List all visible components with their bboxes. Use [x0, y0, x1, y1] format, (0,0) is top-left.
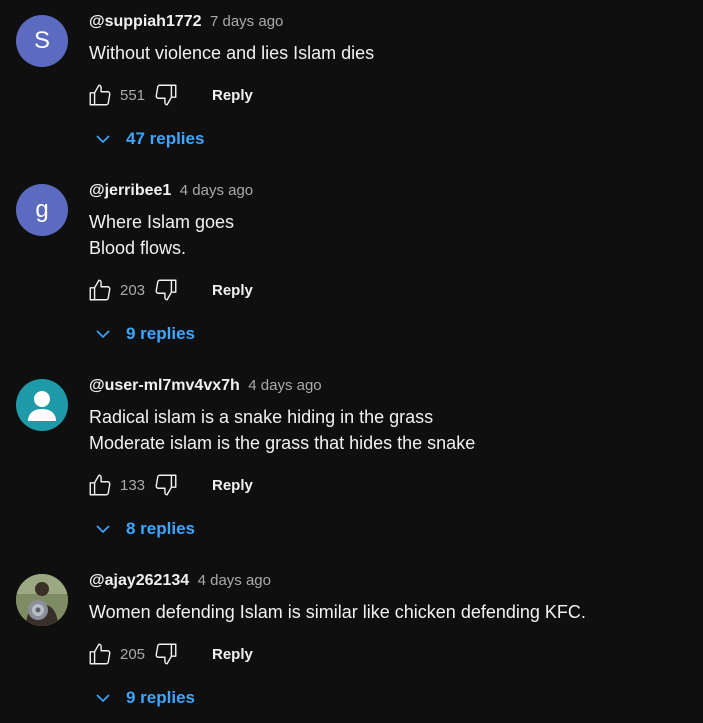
chevron-down-icon	[94, 130, 112, 148]
chevron-down-icon	[94, 520, 112, 538]
like-button[interactable]	[86, 81, 114, 109]
replies-label: 9 replies	[126, 688, 195, 707]
comment-time[interactable]: 4 days ago	[248, 377, 321, 394]
comment-author[interactable]: @suppiah1772	[89, 13, 202, 30]
comment-text: Where Islam goes Blood flows.	[89, 209, 234, 261]
reply-button[interactable]: Reply	[212, 87, 253, 104]
dislike-button[interactable]	[152, 471, 180, 499]
avatar[interactable]	[16, 574, 68, 626]
replies-label: 8 replies	[126, 519, 195, 538]
like-button[interactable]	[86, 640, 114, 668]
comment-time[interactable]: 7 days ago	[210, 13, 283, 30]
dislike-button[interactable]	[152, 640, 180, 668]
like-button[interactable]	[86, 276, 114, 304]
view-replies-button[interactable]: 8 replies	[94, 519, 195, 539]
reply-button[interactable]: Reply	[212, 282, 253, 299]
avatar[interactable]: S	[16, 15, 68, 67]
thumbs-up-icon	[89, 643, 111, 665]
thumbs-down-icon	[155, 279, 177, 301]
chevron-down-icon	[94, 689, 112, 707]
comment-time[interactable]: 4 days ago	[198, 572, 271, 589]
view-replies-button[interactable]: 47 replies	[94, 129, 204, 149]
default-user-icon	[28, 391, 56, 421]
comment-text: Without violence and lies Islam dies	[89, 40, 374, 66]
comment-text: Radical islam is a snake hiding in the g…	[89, 404, 475, 456]
dislike-button[interactable]	[152, 276, 180, 304]
thumbs-down-icon	[155, 84, 177, 106]
like-count: 133	[120, 476, 146, 494]
thumbs-down-icon	[155, 643, 177, 665]
comment-time[interactable]: 4 days ago	[180, 182, 253, 199]
like-count: 205	[120, 645, 146, 663]
avatar[interactable]	[16, 379, 68, 431]
avatar-letter: g	[35, 196, 49, 223]
comment-line: Blood flows.	[89, 238, 187, 258]
like-button[interactable]	[86, 471, 114, 499]
thumbs-up-icon	[89, 84, 111, 106]
avatar-letter: S	[33, 27, 50, 54]
thumbs-up-icon	[89, 474, 111, 496]
reply-button[interactable]: Reply	[212, 477, 253, 494]
comment-line: Where Islam goes	[89, 212, 235, 232]
comment-line: Women defending Islam is similar like ch…	[89, 602, 586, 622]
replies-label: 47 replies	[126, 129, 205, 148]
thumbs-up-icon	[89, 279, 111, 301]
dislike-button[interactable]	[152, 81, 180, 109]
avatar[interactable]: g	[16, 184, 68, 236]
comment-line: Moderate islam is the grass that hides t…	[89, 433, 476, 453]
comment-line: Radical islam is a snake hiding in the g…	[89, 407, 434, 427]
chevron-down-icon	[94, 325, 112, 343]
view-replies-button[interactable]: 9 replies	[94, 324, 195, 344]
comment-author[interactable]: @user-ml7mv4vx7h	[89, 377, 240, 394]
comment-author[interactable]: @ajay262134	[89, 572, 189, 589]
like-count: 203	[120, 281, 146, 299]
view-replies-button[interactable]: 9 replies	[94, 688, 195, 708]
reply-button[interactable]: Reply	[212, 646, 253, 663]
comment-text: Women defending Islam is similar like ch…	[89, 599, 586, 625]
like-count: 551	[120, 86, 146, 104]
profile-photo	[16, 574, 68, 626]
replies-label: 9 replies	[126, 324, 195, 343]
thumbs-down-icon	[155, 474, 177, 496]
comment-author[interactable]: @jerribee1	[89, 182, 171, 199]
comment-line: Without violence and lies Islam dies	[89, 43, 375, 63]
